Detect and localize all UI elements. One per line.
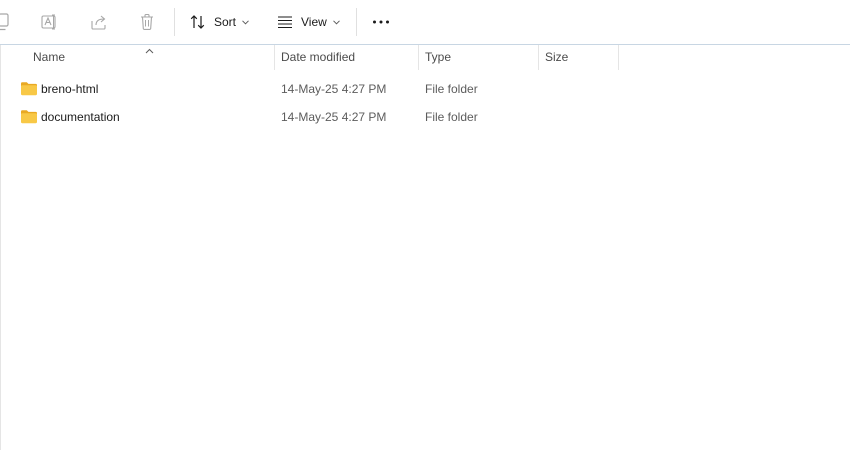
view-button[interactable]: View xyxy=(277,11,340,33)
column-divider[interactable] xyxy=(274,45,275,70)
rename-icon xyxy=(41,13,59,31)
delete-button[interactable] xyxy=(138,11,156,33)
column-divider[interactable] xyxy=(618,45,619,70)
column-header-type[interactable]: Type xyxy=(425,45,451,70)
column-header-size[interactable]: Size xyxy=(545,45,568,70)
file-name: documentation xyxy=(41,110,120,124)
file-type: File folder xyxy=(425,110,478,124)
sort-label: Sort xyxy=(214,15,237,29)
copy-button[interactable] xyxy=(0,11,10,33)
rename-button[interactable] xyxy=(41,11,59,33)
file-row[interactable]: breno-html 14-May-25 4:27 PM File folder xyxy=(1,75,850,103)
column-header-date-modified[interactable]: Date modified xyxy=(281,45,355,70)
sort-button[interactable]: Sort xyxy=(190,11,249,33)
toolbar-separator xyxy=(356,8,357,36)
file-date-modified: 14-May-25 4:27 PM xyxy=(281,110,387,124)
delete-icon xyxy=(138,13,156,31)
toolbar-separator xyxy=(174,8,175,36)
column-divider[interactable] xyxy=(418,45,419,70)
copy-icon xyxy=(0,13,10,31)
column-header-name[interactable]: Name xyxy=(33,45,65,70)
file-row[interactable]: documentation 14-May-25 4:27 PM File fol… xyxy=(1,103,850,131)
chevron-down-icon xyxy=(332,19,340,25)
chevron-down-icon xyxy=(242,19,249,25)
folder-icon xyxy=(20,109,38,127)
share-icon xyxy=(90,13,108,31)
view-icon xyxy=(277,14,293,30)
more-options-button[interactable] xyxy=(372,11,390,33)
sort-icon xyxy=(190,14,206,30)
more-icon xyxy=(372,19,390,25)
file-explorer-window: Sort View Name Date modified Type Size b… xyxy=(0,0,850,450)
view-label: View xyxy=(301,15,327,29)
share-button[interactable] xyxy=(90,11,108,33)
file-name: breno-html xyxy=(41,82,99,96)
column-headers: Name Date modified Type Size xyxy=(0,45,850,70)
file-date-modified: 14-May-25 4:27 PM xyxy=(281,82,387,96)
folder-icon xyxy=(20,81,38,99)
sort-ascending-icon xyxy=(145,43,154,57)
column-divider[interactable] xyxy=(538,45,539,70)
command-bar: Sort View xyxy=(0,0,850,45)
file-type: File folder xyxy=(425,82,478,96)
